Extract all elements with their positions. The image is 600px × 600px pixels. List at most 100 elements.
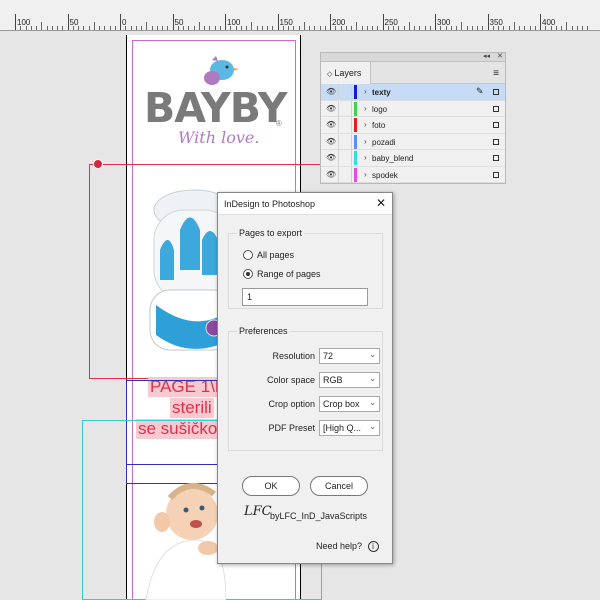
ruler-minor-tick <box>324 26 326 30</box>
tab-layers[interactable]: ◇ Layers <box>321 62 371 84</box>
eye-icon[interactable]: 👁 <box>326 87 336 96</box>
ruler-label: 100 <box>227 18 241 27</box>
ruler-minor-tick <box>78 26 79 30</box>
ok-button[interactable]: OK <box>242 476 300 496</box>
chevron-right-icon[interactable]: › <box>364 137 367 146</box>
layer-color-swatch <box>354 85 357 99</box>
help-link[interactable]: Need help? i <box>316 541 379 552</box>
divider <box>351 150 352 166</box>
eye-icon[interactable]: 👁 <box>326 120 336 129</box>
divider <box>351 84 352 100</box>
layer-target-square[interactable] <box>493 171 499 178</box>
chevron-right-icon[interactable]: › <box>364 170 367 179</box>
ruler-minor-tick <box>57 26 58 30</box>
layer-row-foto[interactable]: 👁 › foto <box>321 117 505 134</box>
pdf-preset-select[interactable]: [High Q... ⌄ <box>319 420 380 436</box>
layer-target-square[interactable] <box>493 122 499 128</box>
resolution-row: Resolution 72 ⌄ <box>233 348 380 364</box>
dialog-title: InDesign to Photoshop <box>224 199 316 209</box>
ruler-minor-tick <box>450 26 452 30</box>
ruler-major-tick <box>487 14 489 30</box>
all-pages-radio[interactable]: All pages <box>243 250 294 260</box>
layer-row-spodek[interactable]: 👁 › spodek <box>321 166 505 183</box>
ruler-minor-tick <box>246 26 247 30</box>
horizontal-ruler[interactable]: 100 50 0 50 100 150 200 250 300 350 400 <box>0 0 600 31</box>
ruler-major-tick <box>172 14 174 30</box>
cancel-button[interactable]: Cancel <box>310 476 368 496</box>
ruler-minor-tick <box>335 26 337 30</box>
panel-menu-icon[interactable]: ≡ <box>493 68 499 79</box>
pdf-preset-label: PDF Preset <box>268 423 315 433</box>
layer-target-square[interactable] <box>493 138 499 145</box>
ruler-minor-tick <box>377 26 379 30</box>
ruler-minor-tick <box>36 26 37 30</box>
ruler-minor-tick <box>88 26 90 30</box>
ruler-minor-tick <box>534 26 536 30</box>
eye-icon[interactable]: 👁 <box>326 137 336 146</box>
chevron-right-icon[interactable]: › <box>364 104 367 113</box>
ruler-minor-tick <box>46 26 48 30</box>
ruler-minor-tick <box>204 26 205 30</box>
layer-name: foto <box>372 121 386 130</box>
colorspace-select[interactable]: RGB ⌄ <box>319 372 380 388</box>
dialog-titlebar[interactable]: InDesign to Photoshop ✕ <box>218 193 392 215</box>
layer-row-texty[interactable]: 👁 › texty ✎ <box>321 84 505 101</box>
overset-marker-icon[interactable] <box>93 159 103 169</box>
chevron-right-icon[interactable]: › <box>364 120 367 129</box>
ruler-minor-tick <box>30 26 32 30</box>
layer-color-swatch <box>354 118 357 132</box>
ruler-minor-tick <box>293 26 295 30</box>
ruler-minor-tick <box>372 26 373 30</box>
close-icon[interactable]: ✕ <box>497 52 503 60</box>
collapse-icon[interactable]: ◂◂ <box>483 52 490 60</box>
layer-row-logo[interactable]: 👁 › logo <box>321 100 505 117</box>
layer-color-swatch <box>354 167 357 182</box>
ruler-minor-tick <box>414 26 415 30</box>
ruler-minor-tick <box>587 26 589 30</box>
layer-target-square[interactable] <box>493 105 499 112</box>
panel-titlebar[interactable]: ◂◂ ✕ <box>321 53 505 62</box>
ruler-minor-tick <box>366 26 368 30</box>
ruler-minor-tick <box>135 26 137 30</box>
ruler-minor-tick <box>309 26 310 30</box>
ruler-minor-tick <box>408 22 410 30</box>
ruler-minor-tick <box>345 26 347 30</box>
ruler-minor-tick <box>440 26 442 30</box>
ruler-minor-tick <box>282 26 284 30</box>
range-of-pages-radio[interactable]: Range of pages <box>243 269 321 279</box>
chevron-right-icon[interactable]: › <box>364 87 367 96</box>
ruler-minor-tick <box>356 22 358 30</box>
ruler-label: 100 <box>17 18 31 27</box>
crop-select[interactable]: Crop box ⌄ <box>319 396 380 412</box>
ruler-minor-tick <box>256 26 258 30</box>
ruler-minor-tick <box>576 26 578 30</box>
layer-color-swatch <box>354 134 357 149</box>
ruler-minor-tick <box>519 26 520 30</box>
eye-icon[interactable]: 👁 <box>326 170 336 179</box>
eye-icon[interactable]: 👁 <box>326 104 336 113</box>
layer-row-baby-blend[interactable]: 👁 › baby_blend <box>321 150 505 167</box>
brand-text: byLFC_InD_JavaScripts <box>270 511 368 521</box>
ruler-minor-tick <box>561 26 562 30</box>
layer-row-pozadi[interactable]: 👁 › pozadi <box>321 133 505 150</box>
ruler-minor-tick <box>162 26 163 30</box>
prefs-group-title: Preferences <box>237 326 290 336</box>
page-range-input[interactable]: 1 <box>242 288 368 306</box>
registered-mark: ® <box>276 119 282 128</box>
layer-name: spodek <box>372 170 398 180</box>
baby-photo[interactable] <box>136 478 226 600</box>
layer-target-square[interactable] <box>493 89 499 95</box>
eye-icon[interactable]: 👁 <box>326 153 336 162</box>
layers-panel[interactable]: ◂◂ ✕ ◇ Layers ≡ 👁 › texty ✎ 👁 › logo 👁 › foto 👁 › poz… <box>320 52 506 184</box>
ruler-minor-tick <box>424 26 426 30</box>
layer-target-square[interactable] <box>493 155 499 161</box>
lfc-logo: LFC <box>244 504 272 519</box>
ruler-minor-tick <box>51 26 53 30</box>
resolution-select[interactable]: 72 ⌄ <box>319 348 380 364</box>
divider <box>351 100 352 117</box>
chevron-right-icon[interactable]: › <box>364 153 367 162</box>
ruler-major-tick <box>225 14 226 30</box>
ruler-minor-tick <box>83 26 85 30</box>
close-icon[interactable]: ✕ <box>376 196 386 210</box>
ruler-label: 250 <box>384 18 398 27</box>
